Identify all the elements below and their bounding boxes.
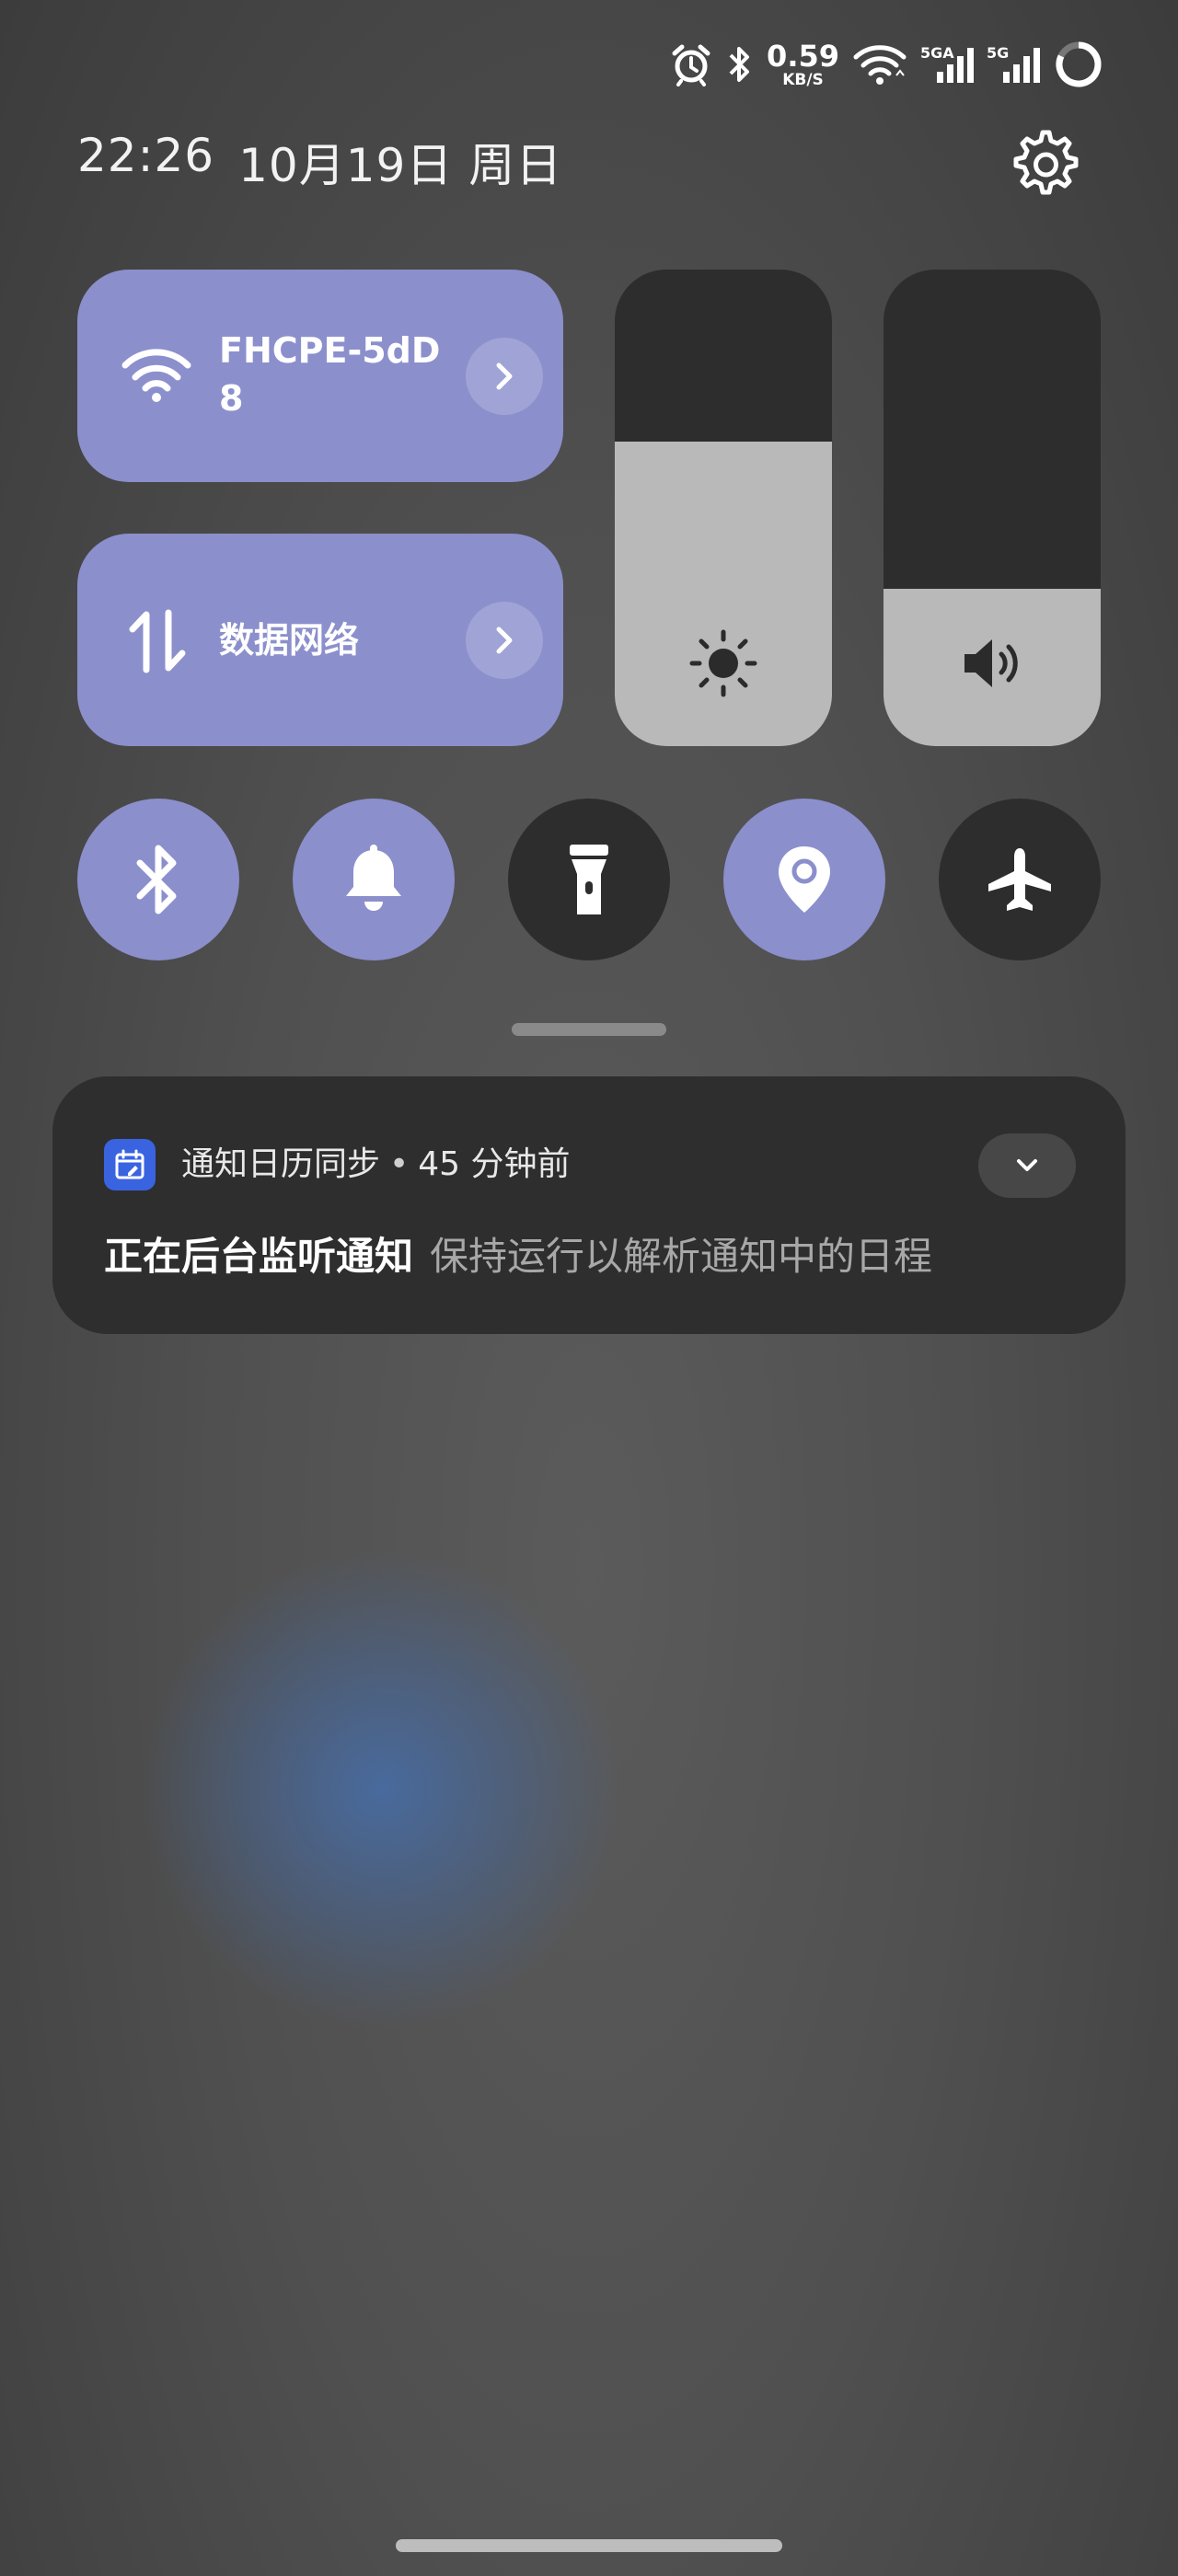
datetime: 22:26 10月19日 周日 <box>77 129 562 195</box>
notification-card[interactable]: 通知日历同步 • 45 分钟前 正在后台监听通知 保持运行以解析通知中的日程 <box>52 1076 1126 1334</box>
signal-icon: 5GA <box>920 42 974 86</box>
weekday: 周日 <box>468 139 563 192</box>
mobile-data-tile[interactable]: 数据网络 <box>77 534 563 746</box>
bluetooth-toggle[interactable] <box>77 799 239 960</box>
sun-icon <box>687 627 760 700</box>
network-speed-unit: KB/S <box>782 70 824 89</box>
sim2-label: 5G <box>987 44 1010 62</box>
chevron-right-icon <box>496 362 513 389</box>
brightness-slider[interactable] <box>615 270 832 746</box>
panel-drag-handle[interactable] <box>512 1023 666 1036</box>
wifi-ssid-line2: 8 <box>219 378 244 419</box>
expand-notification-button[interactable] <box>978 1133 1076 1198</box>
bluetooth-icon <box>726 42 754 86</box>
sim1-label: 5GA <box>920 44 954 62</box>
notification-text: 保持运行以解析通知中的日程 <box>430 1234 933 1279</box>
notification-header: 通知日历同步 • 45 分钟前 <box>181 1143 571 1187</box>
wifi-details-button[interactable] <box>466 337 543 415</box>
brightness-level <box>615 442 832 746</box>
data-label: 数据网络 <box>219 620 360 661</box>
airplane-toggle[interactable] <box>939 799 1101 960</box>
separator-dot: • <box>389 1145 410 1183</box>
chevron-down-icon <box>1017 1159 1037 1171</box>
battery-ring-icon <box>1053 39 1104 90</box>
alarm-icon <box>669 42 713 86</box>
date-day: 10月19日 <box>238 139 454 192</box>
wifi-tile[interactable]: FHCPE-5dD 8 <box>77 270 563 482</box>
clock-time: 22:26 <box>77 129 215 182</box>
network-speed-value: 0.59 <box>767 38 839 74</box>
network-speed: 0.59 KB/S <box>767 41 839 88</box>
calendar-sync-app-icon <box>104 1139 156 1190</box>
bluetooth-icon <box>136 845 177 914</box>
speaker-icon <box>955 627 1029 700</box>
wifi-icon <box>852 42 907 86</box>
settings-button[interactable] <box>1005 127 1080 202</box>
notification-time: 45 分钟前 <box>418 1145 571 1183</box>
signal-icon: 5G <box>987 42 1040 86</box>
chevron-right-icon <box>496 627 513 653</box>
volume-slider[interactable] <box>884 270 1101 746</box>
location-toggle[interactable] <box>723 799 885 960</box>
flashlight-toggle[interactable] <box>508 799 670 960</box>
notification-app-name: 通知日历同步 <box>181 1145 381 1183</box>
wifi-icon <box>120 345 193 408</box>
bell-icon <box>346 845 401 911</box>
home-indicator[interactable] <box>396 2539 782 2552</box>
airplane-icon <box>988 848 1051 911</box>
wifi-ssid-line1: FHCPE-5dD <box>219 330 441 371</box>
gear-icon <box>1013 130 1079 195</box>
wifi-ssid: FHCPE-5dD 8 <box>219 327 440 422</box>
data-details-button[interactable] <box>466 601 543 679</box>
date-text: 10月19日 周日 <box>238 129 562 195</box>
notification-body: 正在后台监听通知 保持运行以解析通知中的日程 <box>104 1231 932 1282</box>
ring-toggle[interactable] <box>293 799 455 960</box>
location-pin-icon <box>779 846 830 913</box>
notification-title: 正在后台监听通知 <box>104 1234 414 1279</box>
data-arrows-icon <box>125 609 190 677</box>
status-bar: 0.59 KB/S 5GA 5G <box>669 37 1104 92</box>
flashlight-icon <box>570 845 608 914</box>
